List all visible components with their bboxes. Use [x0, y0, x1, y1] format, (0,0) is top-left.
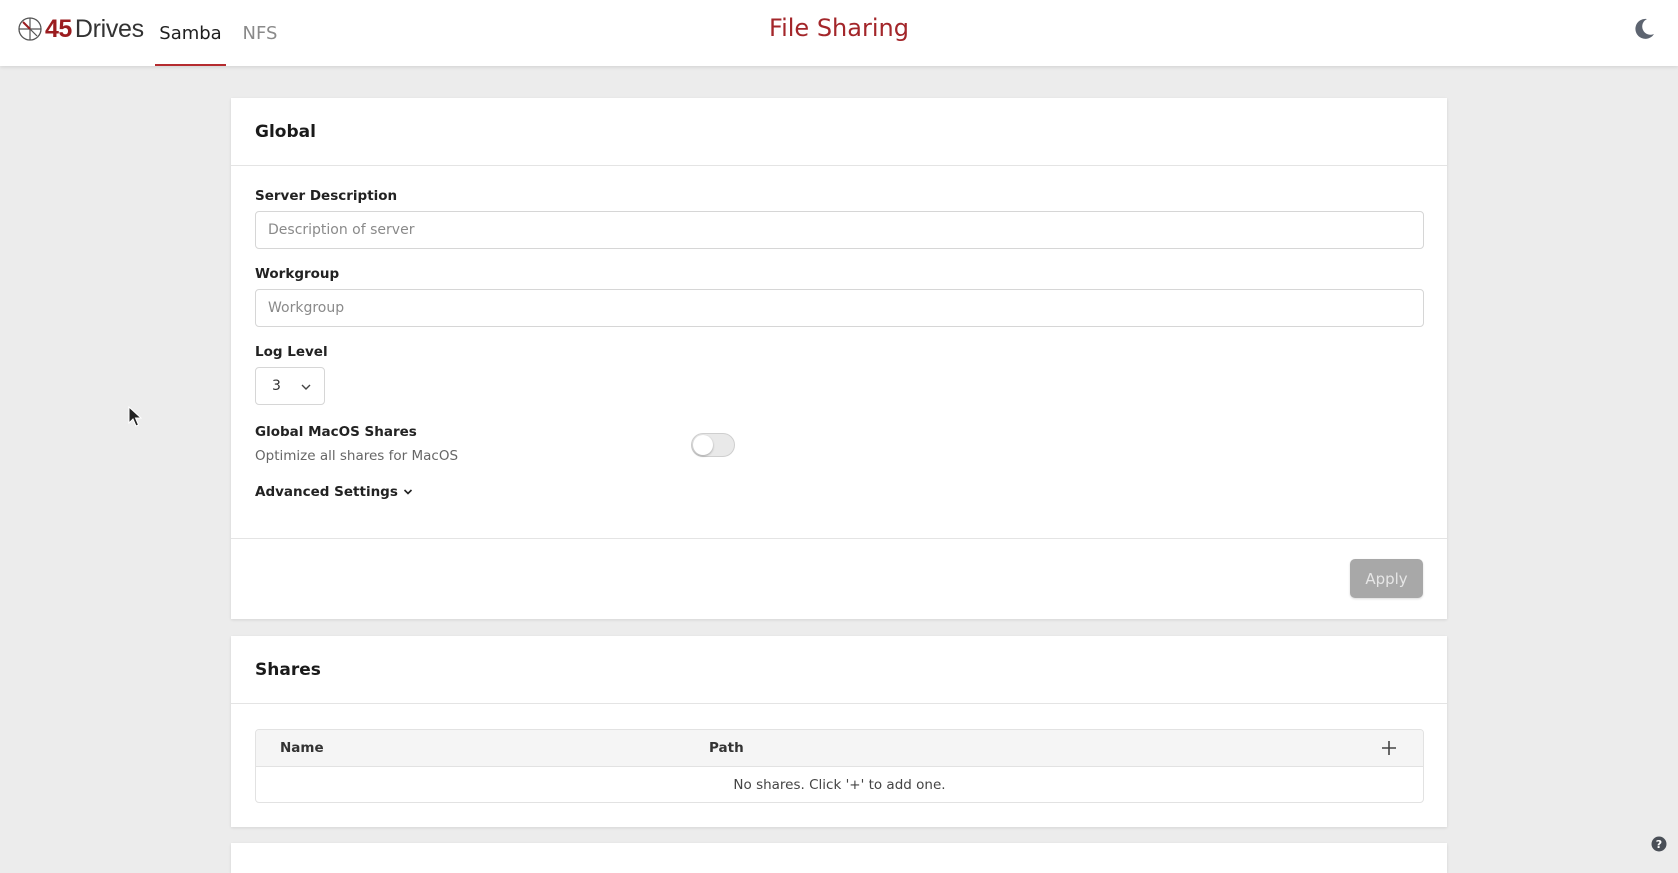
log-level-label: Log Level [255, 344, 328, 360]
chevron-down-icon [403, 489, 412, 495]
next-card [231, 843, 1447, 873]
svg-text:?: ? [1656, 838, 1662, 851]
toggle-knob [693, 435, 713, 455]
shares-empty-row: No shares. Click '+' to add one. [256, 767, 1423, 802]
global-title: Global [231, 98, 1447, 166]
log-level-select[interactable]: 3 [255, 367, 325, 405]
shares-table: Name Path No shares. Click '+' to add on… [255, 729, 1424, 803]
tab-samba[interactable]: Samba [155, 0, 226, 66]
shares-card: Shares Name Path No shares. Click '+' to… [231, 636, 1447, 827]
advanced-settings-toggle[interactable]: Advanced Settings [255, 484, 413, 500]
workgroup-label: Workgroup [255, 266, 340, 282]
tab-nfs-label: NFS [242, 22, 278, 44]
add-share-button[interactable] [1379, 738, 1399, 758]
column-path: Path [709, 740, 744, 756]
workgroup-input[interactable] [255, 289, 1424, 327]
chevron-down-icon [301, 384, 311, 390]
macos-shares-description: Optimize all shares for MacOS [255, 448, 459, 464]
apply-button[interactable]: Apply [1350, 559, 1423, 598]
top-bar: 45 Drives Samba NFS File Sharing [0, 0, 1678, 66]
macos-shares-toggle[interactable] [691, 433, 735, 457]
logo-number: 45 [45, 14, 72, 43]
log-level-value: 3 [272, 378, 281, 394]
global-card-footer: Apply [231, 538, 1447, 619]
advanced-settings-label: Advanced Settings [255, 484, 398, 500]
shares-empty-text: No shares. Click '+' to add one. [733, 777, 946, 793]
brand-logo[interactable]: 45 Drives [18, 14, 144, 43]
tab-nfs[interactable]: NFS [236, 0, 284, 66]
logo-text: Drives [74, 14, 144, 43]
global-card: Global Server Description Workgroup Log … [231, 98, 1447, 619]
help-icon[interactable]: ? [1651, 836, 1667, 852]
column-name: Name [280, 740, 324, 756]
logo-mark-icon [18, 17, 42, 41]
moon-icon[interactable] [1631, 16, 1657, 42]
shares-table-header: Name Path [256, 730, 1423, 767]
tab-samba-label: Samba [159, 22, 222, 44]
mouse-cursor-icon [128, 406, 142, 427]
server-description-input[interactable] [255, 211, 1424, 249]
shares-title: Shares [231, 636, 1447, 704]
page-title: File Sharing [769, 14, 909, 42]
server-description-label: Server Description [255, 188, 398, 204]
macos-shares-label: Global MacOS Shares [255, 424, 417, 440]
